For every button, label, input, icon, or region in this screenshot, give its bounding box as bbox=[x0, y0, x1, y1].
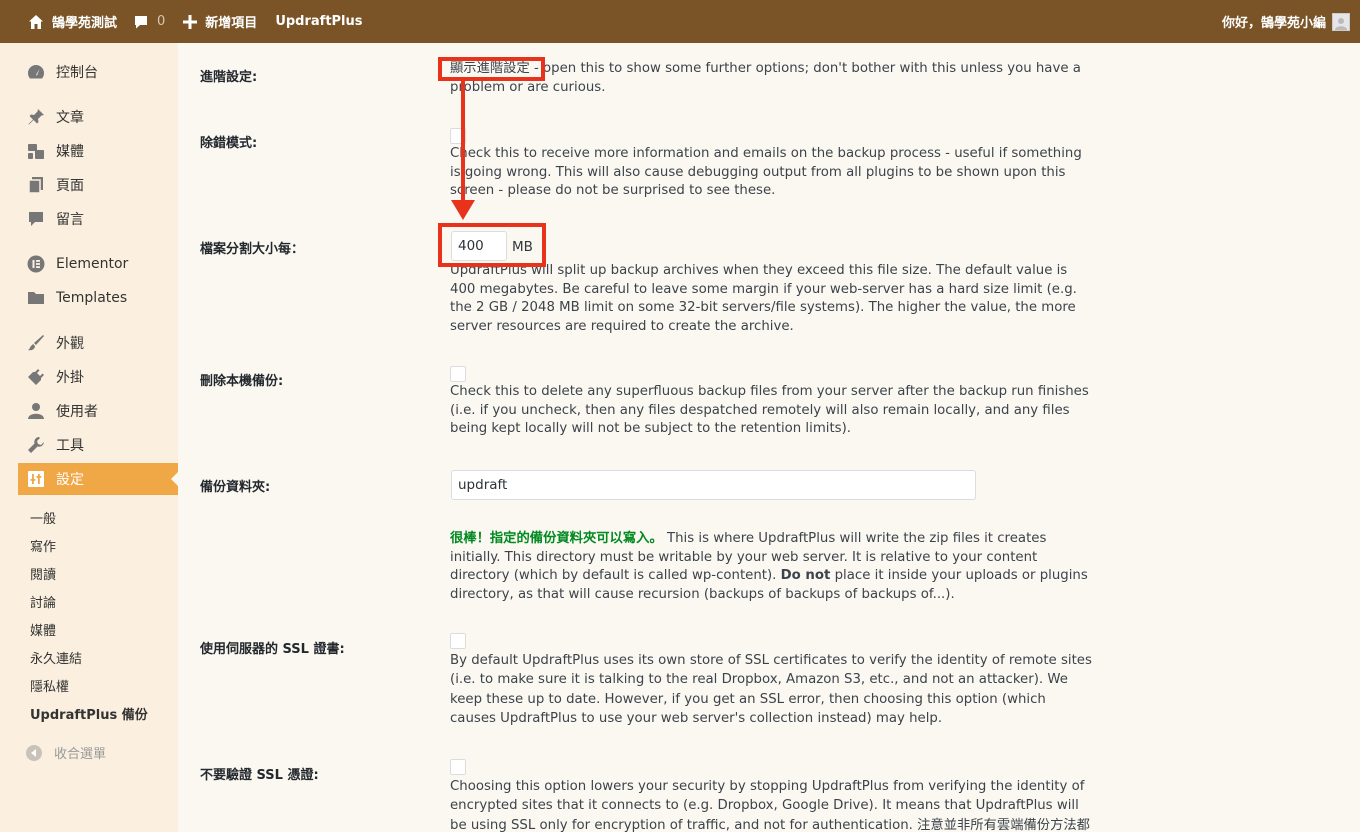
user-icon bbox=[26, 401, 46, 421]
plus-icon bbox=[183, 14, 198, 29]
debug-mode-desc: Check this to receive more information a… bbox=[450, 146, 1082, 198]
debug-mode-label: 除錯模式: bbox=[200, 136, 258, 151]
updraftplus-label: UpdraftPlus bbox=[275, 14, 363, 29]
backup-dir-desc-bold: Do not bbox=[780, 568, 831, 583]
submenu-item-privacy[interactable]: 隱私權 bbox=[30, 675, 69, 695]
folder-icon bbox=[26, 288, 46, 308]
brush-icon bbox=[26, 333, 46, 353]
comment-icon bbox=[133, 14, 149, 30]
sidebar-item-label: 設定 bbox=[56, 472, 84, 488]
sidebar-item-label: Templates bbox=[56, 290, 128, 306]
greeting-text: 你好，鵠學苑小編 bbox=[1221, 16, 1326, 31]
server-ssl-checkbox[interactable] bbox=[450, 633, 466, 649]
advanced-desc-line2: problem or are curious. bbox=[450, 79, 606, 95]
settings-icon bbox=[26, 469, 46, 489]
sidebar-item-label: 文章 bbox=[56, 110, 84, 126]
advanced-settings-label: 進階設定: bbox=[200, 70, 258, 85]
sidebar-item-label: Elementor bbox=[56, 256, 129, 272]
sidebar-item-label: 外觀 bbox=[56, 336, 84, 352]
page-icon bbox=[26, 175, 46, 195]
backup-dir-ok-message: 很棒！指定的備份資料夾可以寫入。 bbox=[450, 531, 663, 546]
my-account[interactable]: 你好，鵠學苑小編 bbox=[1222, 0, 1350, 43]
settings-content: 進階設定: 顯示進階設定 - open this to show some fu… bbox=[178, 43, 1360, 832]
sidebar-item-label: 工具 bbox=[56, 438, 84, 454]
new-item-label: 新增項目 bbox=[205, 16, 258, 31]
backup-dir-label: 備份資料夾: bbox=[200, 480, 271, 495]
sidebar-item-pages[interactable]: 頁面 bbox=[18, 169, 178, 201]
elementor-icon bbox=[26, 254, 46, 274]
submenu-item-writing[interactable]: 寫作 bbox=[30, 535, 56, 555]
annotation-arrow-head bbox=[451, 200, 475, 220]
wrench-icon bbox=[26, 435, 46, 455]
updraftplus-link[interactable]: UpdraftPlus bbox=[265, 0, 370, 43]
collapse-icon bbox=[26, 744, 42, 761]
sidebar-item-comments[interactable]: 留言 bbox=[18, 203, 178, 235]
sidebar-item-dashboard[interactable]: 控制台 bbox=[18, 56, 178, 88]
site-name-link[interactable]: 鵠學苑測試 bbox=[0, 0, 125, 43]
split-size-desc: UpdraftPlus will split up backup archive… bbox=[450, 263, 1077, 334]
home-icon bbox=[28, 14, 44, 30]
no-verify-ssl-desc: Choosing this option lowers your securit… bbox=[450, 779, 1090, 832]
submenu-item-reading[interactable]: 閱讀 bbox=[30, 563, 56, 583]
comments-count: 0 bbox=[157, 14, 166, 29]
advanced-link-highlight bbox=[438, 57, 545, 81]
delete-local-desc: Check this to delete any superfluous bac… bbox=[450, 384, 1089, 436]
no-verify-ssl-checkbox[interactable] bbox=[450, 759, 466, 775]
new-item-link[interactable]: 新增項目 bbox=[173, 0, 265, 43]
sidebar-item-templates[interactable]: Templates bbox=[18, 282, 178, 314]
sidebar-item-settings[interactable]: 設定 bbox=[18, 463, 179, 495]
sidebar-item-tools[interactable]: 工具 bbox=[18, 429, 178, 461]
server-ssl-label: 使用伺服器的 SSL 證書: bbox=[200, 642, 345, 657]
backup-dir-input[interactable]: updraft bbox=[451, 470, 976, 500]
avatar bbox=[1332, 12, 1350, 31]
backup-dir-desc: 很棒！指定的備份資料夾可以寫入。 This is where UpdraftPl… bbox=[450, 530, 1095, 604]
sidebar-item-posts[interactable]: 文章 bbox=[18, 101, 178, 133]
sidebar-item-label: 媒體 bbox=[56, 144, 84, 160]
comment-icon bbox=[26, 209, 46, 229]
server-ssl-desc: By default UpdraftPlus uses its own stor… bbox=[450, 653, 1092, 726]
submenu-item-general[interactable]: 一般 bbox=[30, 507, 56, 527]
delete-local-label: 刪除本機備份: bbox=[200, 374, 284, 389]
split-size-label: 檔案分割大小每： bbox=[200, 242, 305, 257]
submenu-item-discussion[interactable]: 討論 bbox=[30, 591, 56, 611]
sidebar-item-label: 控制台 bbox=[56, 65, 98, 81]
annotation-arrow-shaft bbox=[461, 81, 465, 203]
admin-bar: 鵠學苑測試 0 新增項目 UpdraftPlus 你好，鵠學苑小編 bbox=[0, 0, 1360, 43]
submenu-item-updraftplus[interactable]: UpdraftPlus 備份 bbox=[30, 703, 148, 723]
plugin-icon bbox=[26, 367, 46, 387]
pin-icon bbox=[26, 107, 46, 127]
no-verify-ssl-label: 不要驗證 SSL 憑證: bbox=[200, 768, 319, 783]
advanced-settings-desc: 顯示進階設定 - open this to show some further … bbox=[450, 60, 1095, 97]
admin-sidebar: 控制台 文章 媒體 頁面 留言 Elementor Templates 外觀 外… bbox=[0, 43, 179, 832]
comments-link[interactable]: 0 bbox=[125, 0, 173, 43]
sidebar-item-label: 留言 bbox=[56, 212, 84, 228]
collapse-menu-button[interactable]: 收合選單 bbox=[26, 743, 106, 762]
submenu-item-media[interactable]: 媒體 bbox=[30, 619, 56, 639]
submenu-item-permalinks[interactable]: 永久連結 bbox=[30, 647, 82, 667]
sidebar-item-users[interactable]: 使用者 bbox=[18, 395, 178, 427]
sidebar-item-elementor[interactable]: Elementor bbox=[18, 248, 178, 280]
sidebar-item-label: 外掛 bbox=[56, 370, 84, 386]
split-size-highlight bbox=[438, 223, 546, 267]
site-name: 鵠學苑測試 bbox=[52, 16, 118, 31]
sidebar-item-media[interactable]: 媒體 bbox=[18, 135, 178, 167]
delete-local-checkbox[interactable] bbox=[450, 366, 466, 382]
sidebar-item-label: 頁面 bbox=[56, 178, 84, 194]
sidebar-item-appearance[interactable]: 外觀 bbox=[18, 327, 178, 359]
collapse-label: 收合選單 bbox=[54, 747, 107, 762]
sidebar-item-label: 使用者 bbox=[56, 404, 98, 420]
sidebar-item-plugins[interactable]: 外掛 bbox=[18, 361, 178, 393]
backup-dir-value: updraft bbox=[458, 477, 508, 493]
dashboard-icon bbox=[26, 62, 46, 82]
media-icon bbox=[26, 141, 46, 161]
advanced-desc-line1: - open this to show some further options… bbox=[529, 61, 1081, 76]
